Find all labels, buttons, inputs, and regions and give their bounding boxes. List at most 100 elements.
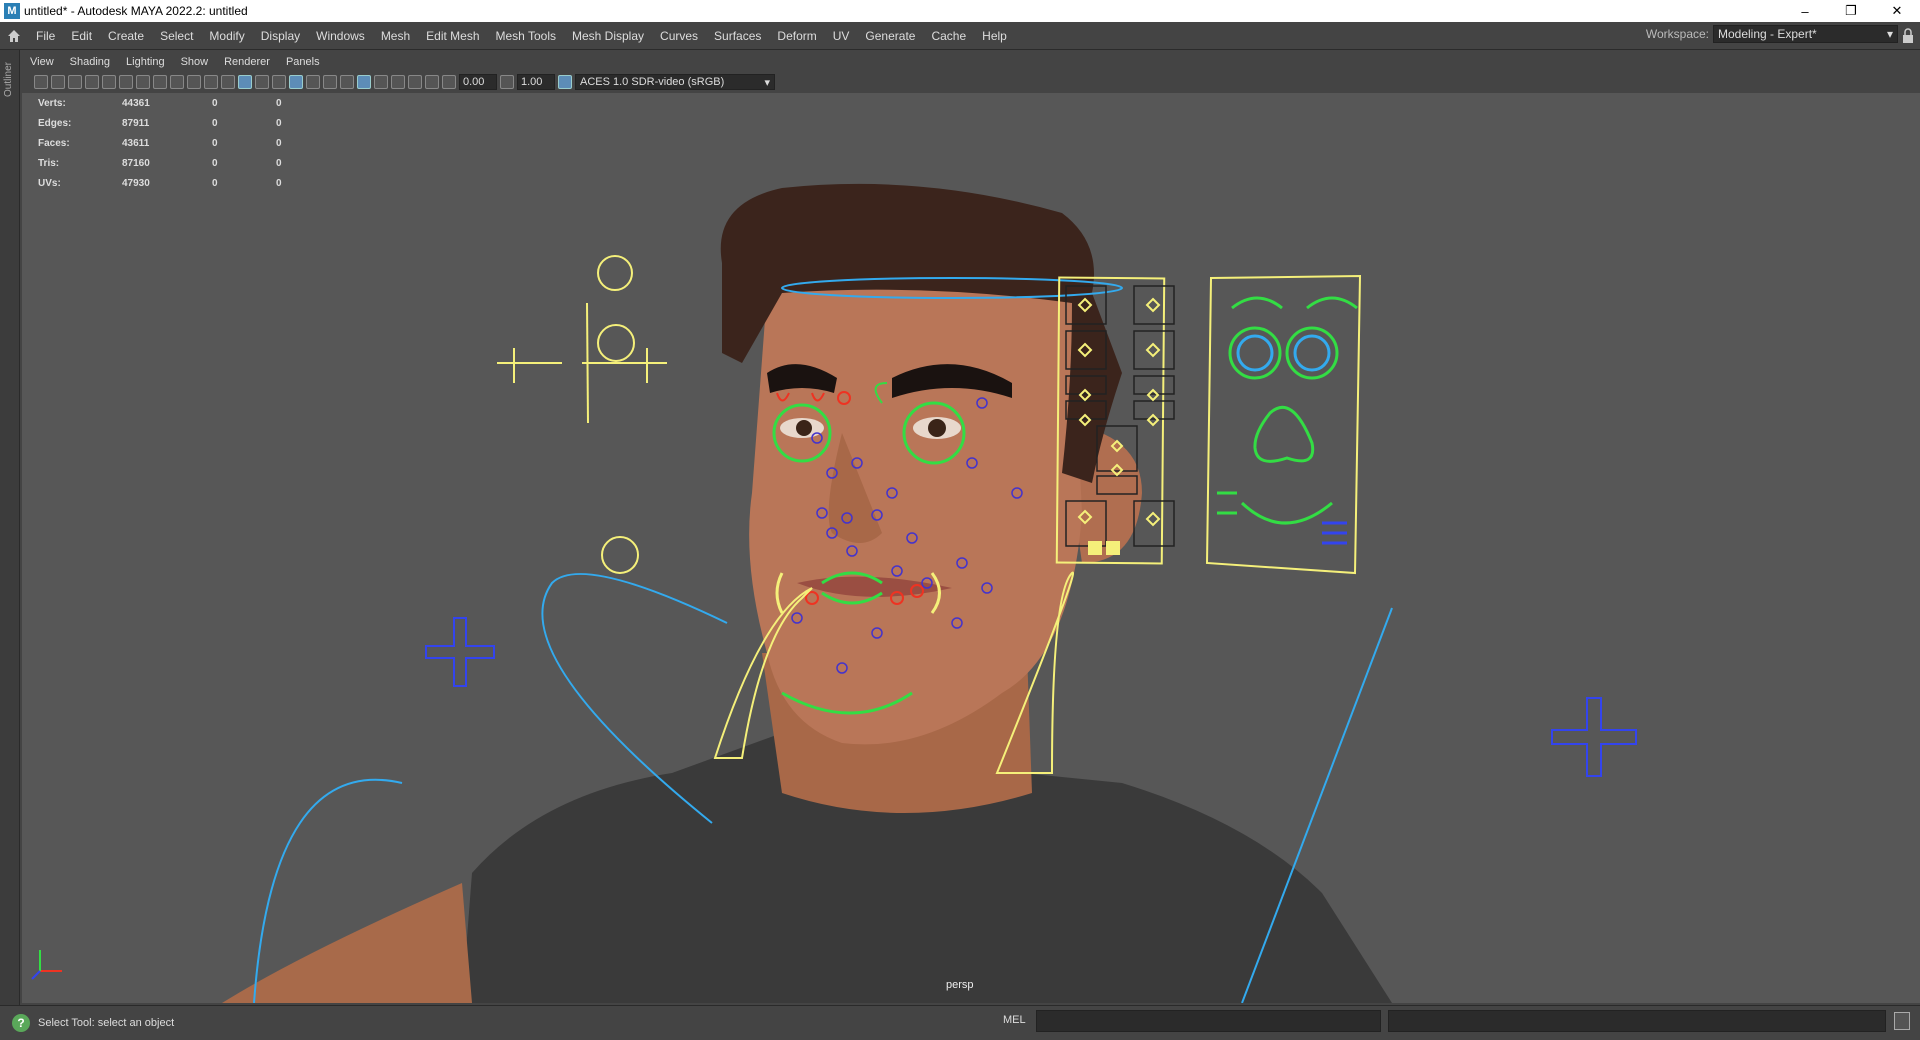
film-gate-icon[interactable] <box>119 75 133 89</box>
menu-uv[interactable]: UV <box>825 29 858 43</box>
menu-mesh-display[interactable]: Mesh Display <box>564 29 652 43</box>
exposure-field[interactable]: 0.00 <box>459 74 497 90</box>
hud-value: 0 <box>276 177 282 189</box>
iris-right <box>928 419 946 437</box>
face-picker-face-shapes <box>1217 296 1358 545</box>
maya-logo-icon: M <box>4 3 20 19</box>
menu-display[interactable]: Display <box>253 29 308 43</box>
color-space-dropdown[interactable]: ACES 1.0 SDR-video (sRGB) ▾ <box>575 74 775 90</box>
wireframe-icon[interactable] <box>221 75 235 89</box>
menu-mesh[interactable]: Mesh <box>373 29 418 43</box>
panel-menu-renderer[interactable]: Renderer <box>216 56 278 68</box>
motion-blur-icon[interactable] <box>425 75 439 89</box>
menu-deform[interactable]: Deform <box>769 29 824 43</box>
workspace-selector: Workspace: Modeling - Expert* ▾ <box>1646 25 1898 43</box>
menu-generate[interactable]: Generate <box>857 29 923 43</box>
panel-menu-view[interactable]: View <box>22 56 62 68</box>
workspace-dropdown[interactable]: Modeling - Expert* ▾ <box>1713 25 1898 43</box>
cross-ctrl-right <box>1551 697 1637 777</box>
gate-mask-icon[interactable] <box>153 75 167 89</box>
hud-value: 47930 <box>122 177 150 189</box>
exposure-icon[interactable] <box>442 75 456 89</box>
gamma-icon[interactable] <box>500 75 514 89</box>
gamma-field[interactable]: 1.00 <box>517 74 555 90</box>
camera-select-icon[interactable] <box>34 75 48 89</box>
hud-value: 0 <box>212 117 218 129</box>
minimize-button[interactable]: – <box>1782 0 1828 22</box>
menu-help[interactable]: Help <box>974 29 1015 43</box>
panel-menu-shading[interactable]: Shading <box>62 56 118 68</box>
hud-row: UVs: 47930 0 0 <box>38 173 340 193</box>
wireframe-on-shaded-icon[interactable] <box>255 75 269 89</box>
hud-value: 0 <box>212 177 218 189</box>
camera-attributes-icon[interactable] <box>51 75 65 89</box>
hud-label: Edges: <box>38 117 72 129</box>
hud-label: UVs: <box>38 177 61 189</box>
antialias-icon[interactable] <box>408 75 422 89</box>
resolution-gate-icon[interactable] <box>136 75 150 89</box>
menu-windows[interactable]: Windows <box>308 29 373 43</box>
menu-edit[interactable]: Edit <box>63 29 100 43</box>
workspace-value: Modeling - Expert* <box>1718 27 1817 41</box>
safe-title-icon[interactable] <box>204 75 218 89</box>
color-management-icon[interactable] <box>558 75 572 89</box>
viewport-persp[interactable]: Verts: 44361 0 0 Edges: 87911 0 0 Faces:… <box>22 93 1920 1003</box>
image-plane-icon[interactable] <box>85 75 99 89</box>
hud-value: 0 <box>276 117 282 129</box>
menu-curves[interactable]: Curves <box>652 29 706 43</box>
picker-smile-icon <box>1106 541 1120 555</box>
outliner-strip[interactable]: Outliner <box>0 50 20 1005</box>
restore-button[interactable]: ❐ <box>1828 0 1874 22</box>
panel-menu-show[interactable]: Show <box>173 56 217 68</box>
shadows-icon[interactable] <box>323 75 337 89</box>
home-icon <box>8 29 20 42</box>
isolate-select-icon[interactable] <box>357 75 371 89</box>
camera-name-label: persp <box>946 979 974 991</box>
menu-edit-mesh[interactable]: Edit Mesh <box>418 29 487 43</box>
menu-mesh-tools[interactable]: Mesh Tools <box>488 29 564 43</box>
hud-label: Tris: <box>38 157 60 169</box>
bookmark-icon[interactable] <box>68 75 82 89</box>
menu-modify[interactable]: Modify <box>201 29 252 43</box>
xray-icon[interactable] <box>272 75 286 89</box>
color-space-value: ACES 1.0 SDR-video (sRGB) <box>580 76 725 88</box>
menu-cache[interactable]: Cache <box>923 29 974 43</box>
left-locator-ctrl <box>497 255 667 574</box>
hud-row: Verts: 44361 0 0 <box>38 93 340 113</box>
textured-icon[interactable] <box>289 75 303 89</box>
lock-icon[interactable] <box>1902 28 1914 44</box>
hud-value: 43611 <box>122 137 150 149</box>
grid-toggle-icon[interactable] <box>102 75 116 89</box>
field-chart-icon[interactable] <box>170 75 184 89</box>
viewport-scene <box>31 183 1637 1003</box>
smooth-shade-icon[interactable] <box>238 75 252 89</box>
mel-command-input[interactable] <box>1036 1010 1381 1032</box>
safe-action-icon[interactable] <box>187 75 201 89</box>
panel-menu-panels[interactable]: Panels <box>278 56 328 68</box>
menu-select[interactable]: Select <box>152 29 201 43</box>
menu-create[interactable]: Create <box>100 29 152 43</box>
home-button[interactable] <box>0 22 28 50</box>
panel-menu-lighting[interactable]: Lighting <box>118 56 173 68</box>
menu-surfaces[interactable]: Surfaces <box>706 29 769 43</box>
script-editor-icon[interactable] <box>1894 1012 1910 1030</box>
main-menu-bar: File Edit Create Select Modify Display W… <box>0 22 1920 50</box>
mel-label[interactable]: MEL <box>1003 1014 1026 1026</box>
poly-count-hud: Verts: 44361 0 0 Edges: 87911 0 0 Faces:… <box>38 93 340 193</box>
ambient-occlusion-icon[interactable] <box>340 75 354 89</box>
chevron-down-icon: ▾ <box>764 77 770 89</box>
close-button[interactable]: ✕ <box>1874 0 1920 22</box>
mel-result-field <box>1388 1010 1886 1032</box>
help-icon[interactable]: ? <box>12 1014 30 1032</box>
hud-label: Faces: <box>38 137 70 149</box>
hud-value: 87160 <box>122 157 150 169</box>
lights-icon[interactable] <box>306 75 320 89</box>
xray-joints-icon[interactable] <box>391 75 405 89</box>
face-mesh <box>749 280 1082 745</box>
hud-icon[interactable] <box>374 75 388 89</box>
outliner-tab-label: Outliner <box>3 62 14 98</box>
hud-value: 0 <box>276 157 282 169</box>
panel-toolbar: 0.00 1.00 ACES 1.0 SDR-video (sRGB) ▾ <box>22 71 1920 93</box>
hud-row: Faces: 43611 0 0 <box>38 133 340 153</box>
menu-file[interactable]: File <box>28 29 63 43</box>
